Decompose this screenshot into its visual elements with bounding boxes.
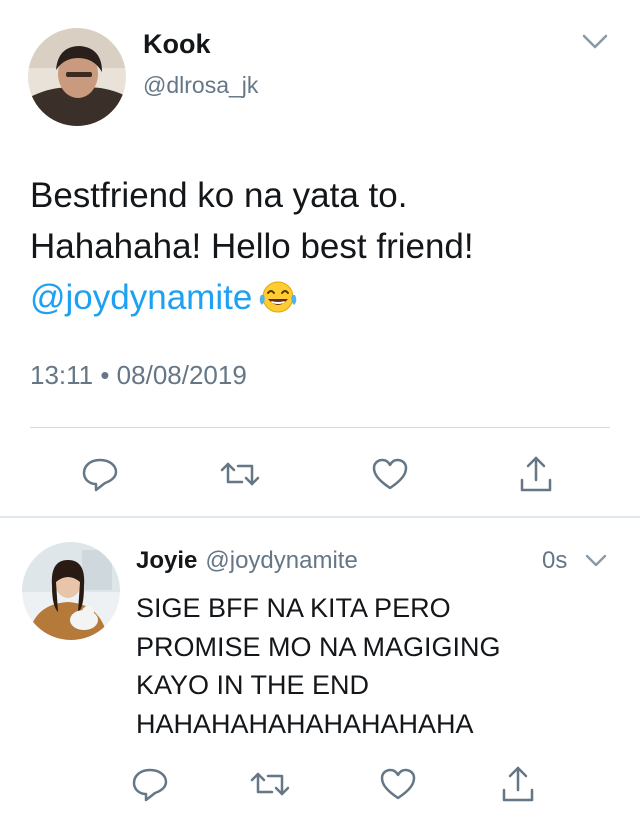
retweet-icon[interactable] (246, 760, 294, 808)
profile-photo (22, 542, 120, 640)
reply-text-line: PROMISE MO NA MAGIGING (136, 631, 501, 662)
author-handle[interactable]: @joydynamite (205, 547, 357, 574)
chevron-down-icon[interactable] (585, 554, 607, 568)
tweet-actions (0, 760, 640, 808)
reply-text: SIGE BFF NA KITA PERO PROMISE MO NA MAGI… (136, 589, 626, 743)
retweet-icon[interactable] (216, 450, 264, 498)
like-icon[interactable] (374, 760, 422, 808)
mention-link[interactable]: @joydynamite (30, 278, 252, 317)
author-name[interactable]: Joyie (136, 547, 197, 574)
tweet-text: Bestfriend ko na yata to. Hahahaha! Hell… (30, 170, 620, 329)
reply-icon[interactable] (126, 760, 174, 808)
author-name[interactable]: Kook (143, 29, 211, 60)
main-tweet: Kook @dlrosa_jk Bestfriend ko na yata to… (0, 0, 640, 516)
share-icon[interactable] (494, 760, 542, 808)
reply-icon[interactable] (76, 450, 124, 498)
tweet-text-line: Hahahaha! Hello best friend! (30, 227, 474, 266)
avatar[interactable] (28, 28, 126, 126)
chevron-down-icon[interactable] (582, 34, 608, 50)
reply-text-line: KAYO IN THE END (136, 670, 370, 700)
tweet-actions (0, 450, 640, 498)
reply-timestamp[interactable]: 0s (542, 547, 567, 575)
share-icon[interactable] (512, 450, 560, 498)
face-with-tears-of-joy-icon (258, 278, 298, 329)
tweet-mention-line: @joydynamite (30, 272, 620, 329)
author-handle[interactable]: @dlrosa_jk (143, 72, 258, 99)
profile-photo (28, 28, 126, 126)
tweet-text-line: Bestfriend ko na yata to. (30, 176, 408, 215)
like-icon[interactable] (366, 450, 414, 498)
reply-header: Joyie @joydynamite (136, 547, 358, 575)
reply-text-line: HAHAHAHAHAHAHAHAHA (136, 708, 474, 739)
tweet-timestamp[interactable]: 13:11 • 08/08/2019 (30, 360, 247, 391)
divider (30, 427, 610, 428)
reply-text-line: SIGE BFF NA KITA PERO (136, 593, 451, 623)
avatar[interactable] (22, 542, 120, 640)
thread-divider (0, 516, 640, 518)
